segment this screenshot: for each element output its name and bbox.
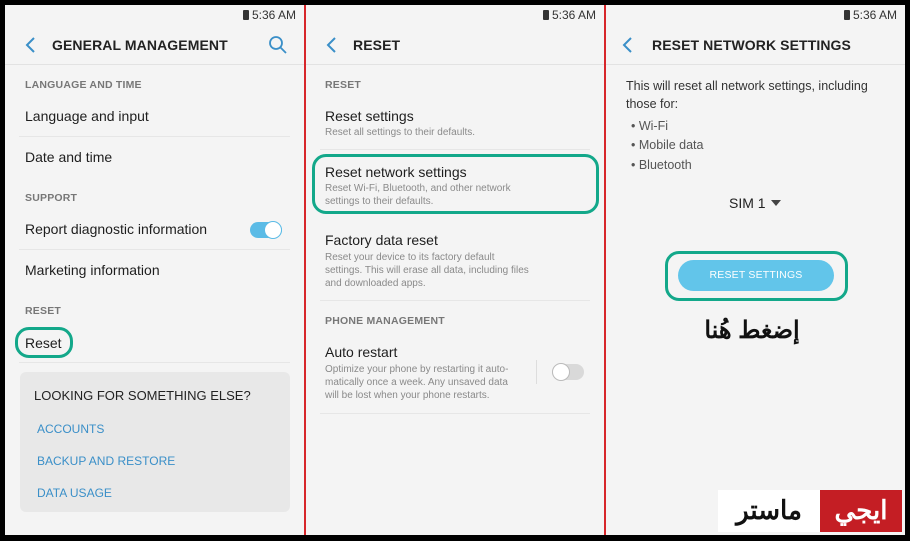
row-divider [320,149,590,150]
dropdown-arrow-icon[interactable] [771,200,781,206]
factory-desc-line: Reset your device to its factory default [325,252,495,263]
auto-restart-toggle[interactable] [552,363,584,381]
row-divider [19,136,290,137]
card-title: LOOKING FOR SOMETHING ELSE? [34,388,251,403]
status-time: 5:36 AM [852,8,897,22]
reset-settings-button[interactable]: RESET SETTINGS [678,260,834,291]
report-diagnostic-toggle[interactable] [250,221,282,239]
search-icon[interactable] [268,35,288,55]
back-arrow-icon[interactable] [619,35,639,55]
section-support: SUPPORT [25,192,78,204]
reset-description: This will reset all network settings, in… [626,79,868,111]
page-title: RESET NETWORK SETTINGS [652,37,851,53]
toggle-separator [536,360,537,384]
factory-desc-line: settings. This will erase all data, incl… [325,265,529,276]
reset-network-settings-screen: 5:36 AM RESET NETWORK SETTINGS This will… [606,5,905,535]
row-divider [320,300,590,301]
report-diagnostic-item[interactable]: Report diagnostic information [25,221,207,237]
app-bar: GENERAL MANAGEMENT [5,35,304,65]
reset-network-highlight [312,154,599,214]
battery-icon [843,10,850,20]
status-bar: 5:36 AM [542,8,596,22]
logo-text-red: ايجي [820,490,902,532]
status-time: 5:36 AM [251,8,296,22]
section-phone-management: PHONE MANAGEMENT [325,315,445,327]
bullet-bluetooth: • Bluetooth [631,158,692,172]
reset-screen: 5:36 AM RESET RESET Reset settings Reset… [306,5,604,535]
page-title: GENERAL MANAGEMENT [52,37,228,53]
reset-settings-item[interactable]: Reset settings [325,108,414,124]
toggle-knob [264,221,282,239]
battery-icon [242,10,249,20]
app-bar: RESET NETWORK SETTINGS [606,35,905,65]
sim-selector[interactable]: SIM 1 [729,195,766,211]
row-divider [19,362,290,363]
auto-restart-desc-line: matically once a week. Any unsaved data [325,377,508,388]
accounts-link[interactable]: ACCOUNTS [37,422,104,436]
app-bar: RESET [306,35,604,65]
section-language-time: LANGUAGE AND TIME [25,79,142,91]
auto-restart-item[interactable]: Auto restart [325,344,397,360]
factory-desc-line: and downloaded apps. [325,278,426,289]
general-management-screen: 5:36 AM GENERAL MANAGEMENT LANGUAGE AND … [5,5,304,535]
reset-settings-desc: Reset all settings to their defaults. [325,127,476,138]
app-bar-divider [606,64,905,65]
app-bar-divider [306,64,604,65]
factory-data-reset-item[interactable]: Factory data reset [325,232,438,248]
logo-text-black: ماستر [736,495,802,525]
tap-here-caption: إضغط هُنا [704,317,800,344]
row-divider [320,413,590,414]
marketing-information-item[interactable]: Marketing information [25,262,160,278]
status-bar: 5:36 AM [242,8,296,22]
language-and-input-item[interactable]: Language and input [25,108,149,124]
battery-icon [542,10,549,20]
reset-highlight [15,327,73,358]
auto-restart-desc-line: Optimize your phone by restarting it aut… [325,364,509,375]
date-and-time-item[interactable]: Date and time [25,149,112,165]
status-bar: 5:36 AM [843,8,897,22]
data-usage-link[interactable]: DATA USAGE [37,486,112,500]
egy-master-logo: ماستر ايجي [718,490,902,532]
row-divider [19,249,290,250]
looking-for-something-else-card: LOOKING FOR SOMETHING ELSE? ACCOUNTS BAC… [20,372,290,512]
bullet-mobile-data: • Mobile data [631,138,704,152]
section-reset: RESET [325,79,362,91]
auto-restart-desc-line: will be lost when your phone restarts. [325,390,490,401]
status-time: 5:36 AM [551,8,596,22]
toggle-knob [552,363,570,381]
app-bar-divider [5,64,304,65]
backup-and-restore-link[interactable]: BACKUP AND RESTORE [37,454,175,468]
bullet-wifi: • Wi-Fi [631,119,668,133]
page-title: RESET [353,37,401,53]
back-arrow-icon[interactable] [323,35,343,55]
section-reset: RESET [25,305,62,317]
back-arrow-icon[interactable] [22,35,42,55]
